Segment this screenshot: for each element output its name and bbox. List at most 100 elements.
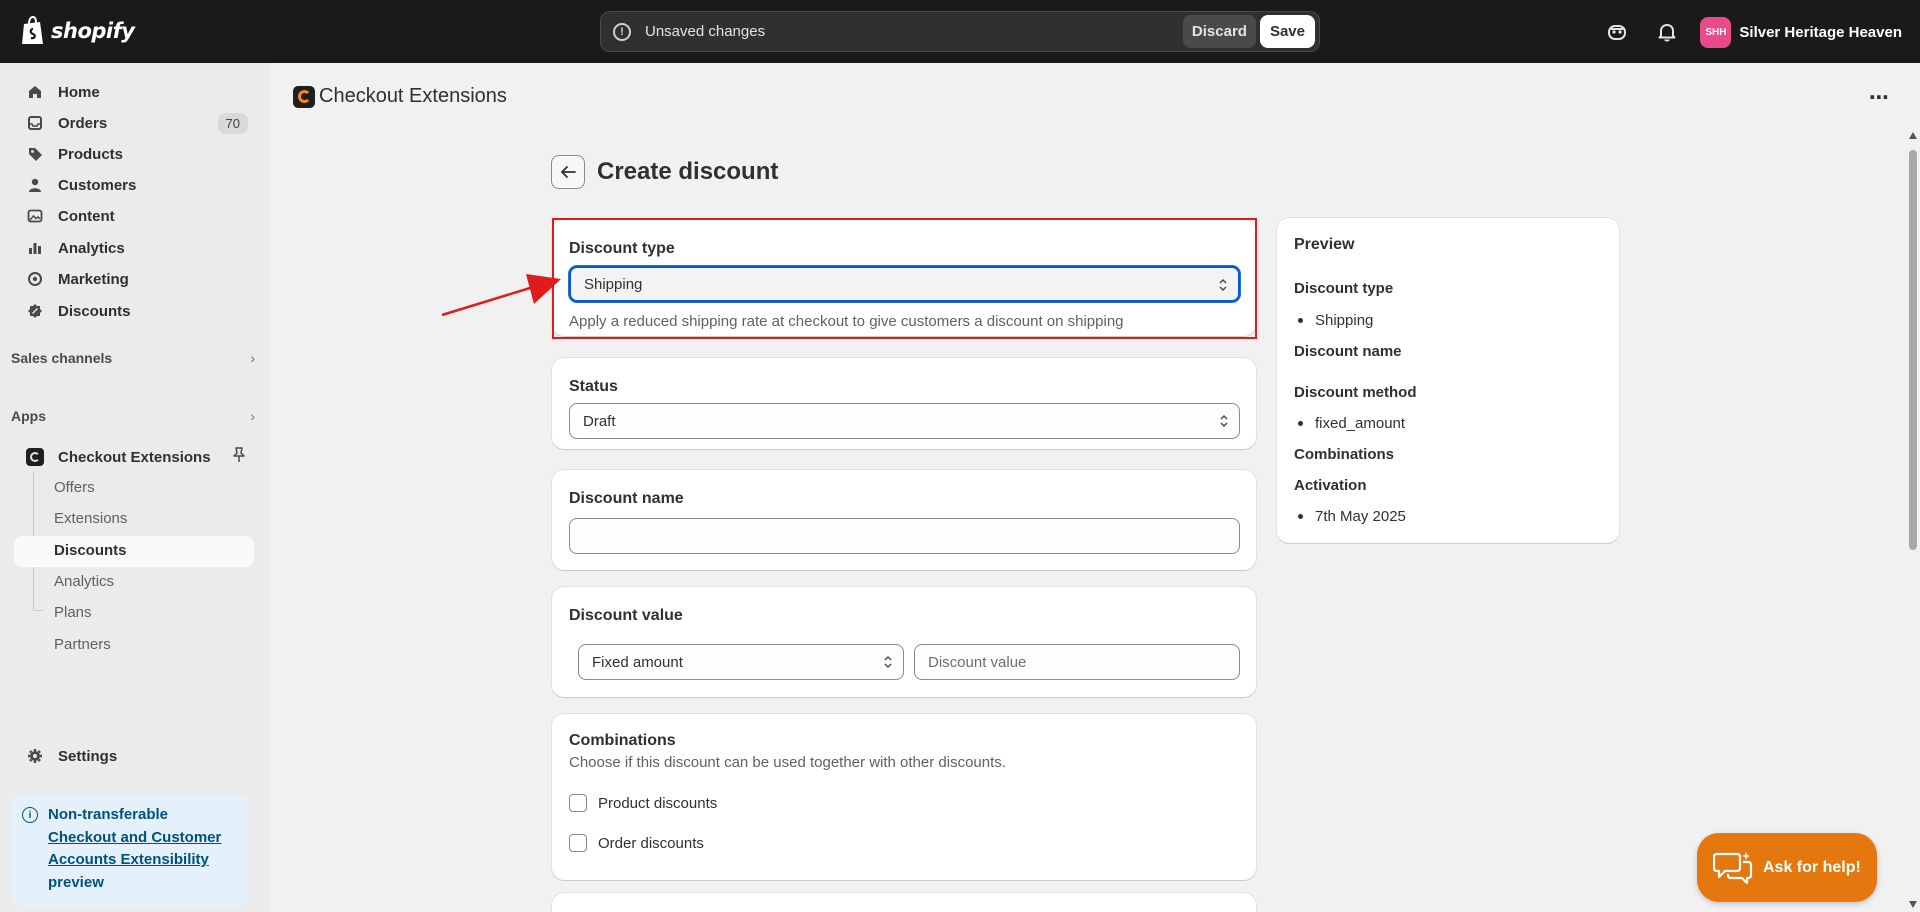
sidebar-item-content[interactable]: Content bbox=[14, 201, 254, 231]
ask-for-help-button[interactable]: Ask for help! bbox=[1697, 833, 1877, 902]
sidebar-item-label: Marketing bbox=[58, 270, 129, 288]
discount-value-label: Discount value bbox=[569, 607, 683, 624]
sidebar-item-orders[interactable]: Orders 70 bbox=[14, 108, 254, 138]
tag-icon bbox=[26, 145, 44, 163]
order-discounts-option[interactable]: Order discounts bbox=[569, 834, 704, 852]
sidebar-item-label: Home bbox=[58, 83, 100, 101]
save-button[interactable]: Save bbox=[1259, 15, 1315, 48]
sidebar-item-label: Analytics bbox=[58, 239, 125, 257]
sidebar-item-discounts[interactable]: Discounts bbox=[14, 296, 254, 326]
checkbox-label: Product discounts bbox=[598, 794, 718, 812]
sales-channels-label: Sales channels bbox=[11, 350, 113, 366]
preview-type-label: Discount type bbox=[1294, 280, 1394, 297]
person-icon bbox=[26, 176, 44, 194]
avatar[interactable]: SHH bbox=[1700, 16, 1732, 48]
sidebar-item-analytics[interactable]: Analytics bbox=[14, 233, 254, 263]
store-name[interactable]: Silver Heritage Heaven bbox=[1739, 24, 1902, 41]
sidebar-subitem-analytics[interactable]: Analytics bbox=[54, 573, 114, 590]
scroll-thumb[interactable] bbox=[1909, 150, 1917, 550]
discount-method-select[interactable]: Fixed amount bbox=[578, 644, 904, 680]
preview-notice: i Non-transferable Checkout and Customer… bbox=[10, 794, 248, 906]
orders-icon bbox=[26, 114, 44, 132]
order-discounts-checkbox[interactable] bbox=[569, 834, 587, 852]
discount-type-label: Discount type bbox=[569, 240, 675, 257]
chevron-right-icon: › bbox=[250, 408, 255, 424]
sidebar-item-label: Checkout Extensions bbox=[58, 448, 211, 466]
sidebar-subitem-discounts[interactable]: Discounts bbox=[54, 542, 127, 559]
scrollbar[interactable] bbox=[1906, 128, 1920, 912]
discount-icon bbox=[26, 302, 44, 320]
back-button[interactable] bbox=[551, 155, 585, 189]
discount-value-card: Discount value Fixed amount Discount val… bbox=[552, 587, 1256, 697]
main-content: Checkout Extensions ⋯ Create discount Di… bbox=[270, 63, 1920, 912]
sidebar-item-label: Orders bbox=[58, 114, 108, 132]
sidebar-item-label: Discounts bbox=[58, 302, 131, 320]
sidebar-item-products[interactable]: Products bbox=[14, 139, 254, 169]
shopify-bag-icon bbox=[22, 16, 43, 44]
discount-name-input[interactable] bbox=[569, 518, 1240, 554]
discount-type-select[interactable]: Shipping bbox=[569, 266, 1240, 302]
scroll-down-arrow[interactable] bbox=[1909, 901, 1917, 908]
status-select[interactable]: Draft bbox=[569, 403, 1240, 439]
app-header: Checkout Extensions bbox=[293, 85, 507, 108]
discard-button[interactable]: Discard bbox=[1182, 15, 1256, 48]
preview-activation-value: 7th May 2025 bbox=[1298, 508, 1406, 525]
sidebar-item-marketing[interactable]: Marketing bbox=[14, 264, 254, 294]
sidebar-item-settings[interactable]: Settings bbox=[14, 741, 254, 771]
pin-icon[interactable] bbox=[232, 447, 246, 467]
notice-line: Non-transferable bbox=[48, 806, 169, 823]
discount-type-value: Shipping bbox=[584, 275, 643, 293]
sidebar-subitem-extensions[interactable]: Extensions bbox=[54, 510, 127, 527]
content-icon bbox=[26, 207, 44, 225]
preview-method-label: Discount method bbox=[1294, 384, 1417, 401]
unsaved-changes-bar: ! Unsaved changes Discard Save bbox=[600, 11, 1320, 52]
sidebar-item-checkout-extensions[interactable]: Checkout Extensions bbox=[14, 442, 254, 472]
notice-line-end: preview bbox=[48, 873, 104, 891]
bell-icon[interactable] bbox=[1650, 15, 1684, 49]
preview-type-value: Shipping bbox=[1297, 312, 1374, 329]
status-label: Status bbox=[569, 378, 618, 395]
sales-channels-section[interactable]: Sales channels › bbox=[11, 350, 255, 366]
arrow-left-icon bbox=[561, 166, 576, 178]
preview-activation-label: Activation bbox=[1294, 477, 1367, 494]
ask-for-help-label: Ask for help! bbox=[1763, 858, 1861, 876]
scroll-up-arrow[interactable] bbox=[1909, 132, 1917, 139]
top-right-controls: SHH Silver Heritage Heaven bbox=[1600, 15, 1902, 49]
tree-branch bbox=[33, 610, 43, 611]
active-item-highlight bbox=[14, 536, 254, 567]
sidebar-item-label: Content bbox=[58, 207, 115, 225]
sidebar-item-label: Settings bbox=[58, 747, 118, 765]
preview-combinations-label: Combinations bbox=[1294, 446, 1394, 463]
discount-name-card: Discount name bbox=[552, 470, 1256, 570]
sidebar-subitem-plans[interactable]: Plans bbox=[54, 604, 92, 621]
preview-card: Preview Discount type Shipping Discount … bbox=[1277, 218, 1619, 543]
logo-text: shopify bbox=[51, 19, 135, 43]
preview-name-label: Discount name bbox=[1294, 343, 1402, 360]
combinations-label: Combinations bbox=[569, 732, 676, 749]
sidebar-item-customers[interactable]: Customers bbox=[14, 170, 254, 200]
gear-icon bbox=[26, 747, 44, 765]
apps-section[interactable]: Apps › bbox=[11, 408, 255, 424]
select-caret-icon bbox=[1219, 278, 1227, 292]
more-actions-icon[interactable]: ⋯ bbox=[1869, 85, 1890, 110]
sidebar-subitem-offers[interactable]: Offers bbox=[54, 479, 95, 496]
chat-bubbles-icon bbox=[1713, 851, 1753, 884]
product-discounts-option[interactable]: Product discounts bbox=[569, 794, 717, 812]
sidebar-subitem-partners[interactable]: Partners bbox=[54, 636, 111, 653]
discount-value-input[interactable]: Discount value bbox=[914, 644, 1240, 680]
sidebar-item-label: Products bbox=[58, 145, 124, 163]
unsaved-text: Unsaved changes bbox=[645, 23, 766, 40]
sidebar-item-label: Customers bbox=[58, 176, 137, 194]
info-icon: i bbox=[22, 807, 38, 823]
shopify-logo[interactable]: shopify bbox=[20, 16, 135, 46]
discount-type-card: Discount type Shipping Apply a reduced s… bbox=[552, 220, 1256, 336]
bar-chart-icon bbox=[26, 239, 44, 257]
sidekick-icon[interactable] bbox=[1600, 15, 1634, 49]
page-header: Create discount bbox=[551, 155, 778, 189]
product-discounts-checkbox[interactable] bbox=[569, 794, 587, 812]
notice-link[interactable]: Checkout and Customer Accounts Extensibi… bbox=[48, 829, 221, 869]
preview-method-value: fixed_amount bbox=[1297, 415, 1406, 432]
sidebar-item-home[interactable]: Home bbox=[14, 77, 254, 107]
select-caret-icon bbox=[1220, 414, 1228, 428]
select-caret-icon bbox=[884, 655, 892, 669]
